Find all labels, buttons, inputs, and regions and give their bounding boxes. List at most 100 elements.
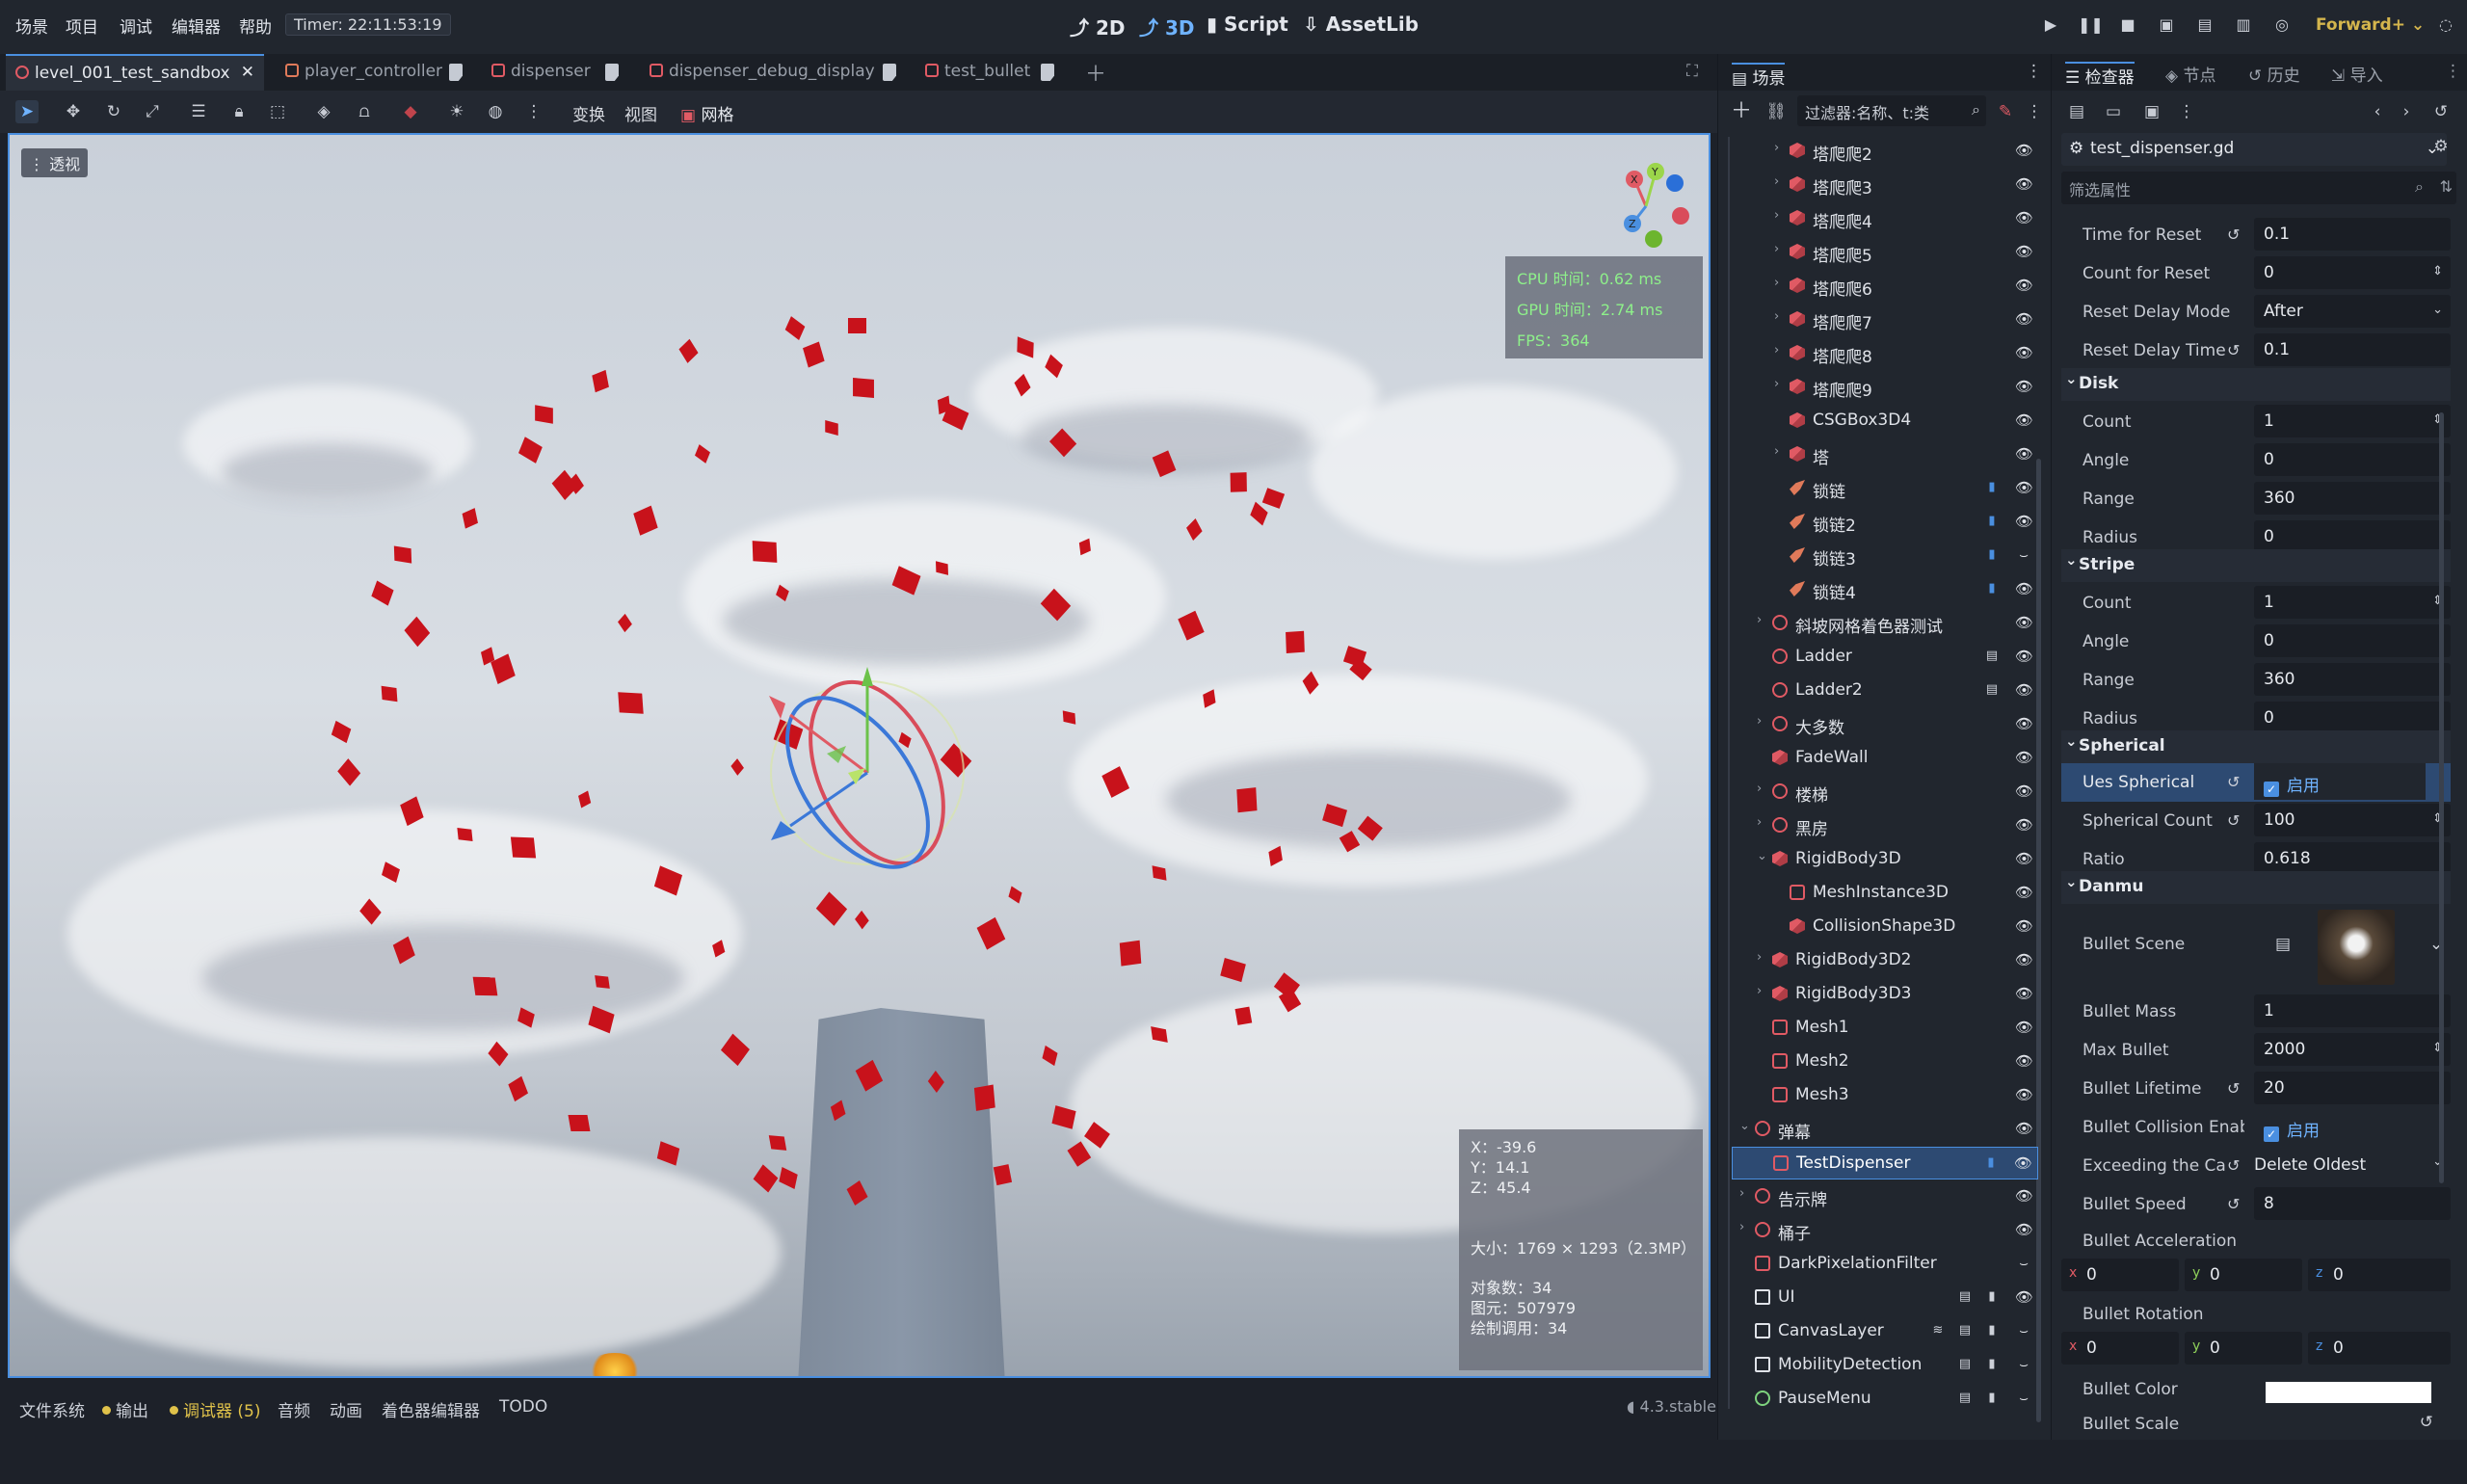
reset-delay-mode-select[interactable]: After ⌄	[2254, 295, 2451, 328]
collapse-arrow-icon[interactable]: ›	[1739, 1186, 1744, 1201]
pause-icon[interactable]: ❚❚	[2078, 15, 2104, 37]
link-icon[interactable]: ⛓	[1764, 100, 1788, 123]
script-icon[interactable]	[605, 64, 619, 81]
revert-icon[interactable]: ↺	[2227, 773, 2240, 791]
menu-scene[interactable]: 场景	[15, 13, 48, 38]
play-icon[interactable]: ▶	[2039, 15, 2062, 37]
eye-closed-icon[interactable]: ⌣	[2015, 1255, 2032, 1272]
script-icon[interactable]: ▮	[1984, 1323, 2000, 1338]
stripe-angle-field[interactable]: 0	[2254, 624, 2451, 657]
bullet-collision-checkbox[interactable]: ✓ 启用	[2254, 1108, 2426, 1145]
eye-closed-icon[interactable]: ⌣	[2015, 1390, 2032, 1407]
scene-node-row[interactable]: › 塔爬爬4 👁︎	[1732, 202, 2038, 235]
scene-node-row[interactable]: ⌄ 弹幕 👁︎	[1732, 1113, 2038, 1146]
tab-output[interactable]: 输出	[102, 1397, 148, 1421]
scene-node-row[interactable]: › 塔爬爬5 👁︎	[1732, 236, 2038, 269]
script-extend-icon[interactable]: ⚙	[2429, 135, 2453, 158]
scene-node-row[interactable]: › 塔爬爬8 👁︎	[1732, 337, 2038, 370]
disk-angle-field[interactable]: 0	[2254, 443, 2451, 476]
eye-icon[interactable]: 👁︎	[2015, 951, 2033, 968]
eye-icon[interactable]: 👁︎	[2015, 445, 2033, 463]
scale-tool-icon[interactable]: ⤢	[141, 100, 164, 123]
scene-node-row[interactable]: › 塔爬爬7 👁︎	[1732, 304, 2038, 336]
tab-dispenser-debug-display[interactable]: dispenser_debug_display	[640, 54, 887, 91]
more-icon[interactable]: ⋮	[2445, 62, 2461, 81]
eye-icon[interactable]: 👁︎	[2015, 715, 2033, 732]
eye-icon[interactable]: 👁︎	[2015, 479, 2033, 496]
scene-node-row[interactable]: › 塔爬爬2 👁︎	[1732, 135, 2038, 168]
max-bullet-field[interactable]: 2000 ⇕	[2254, 1033, 2451, 1066]
play-scene-icon[interactable]: ▤	[2193, 15, 2216, 37]
scene-filter-input[interactable]: 过滤器:名称、t:类 ⌕	[1797, 95, 1986, 126]
stop-icon[interactable]: ■	[2116, 15, 2139, 37]
scene-instance-icon[interactable]: ▤	[1984, 682, 2000, 698]
inspector-scrollbar[interactable]	[2439, 412, 2444, 1183]
bullet-speed-field[interactable]: 8	[2254, 1187, 2451, 1220]
eye-closed-icon[interactable]: ⌣	[2015, 1322, 2032, 1339]
scene-instance-icon[interactable]: ▤	[1957, 1391, 1973, 1406]
stripe-radius-field[interactable]: 0	[2254, 702, 2451, 734]
tab-debugger[interactable]: 调试器 (5)	[170, 1397, 260, 1421]
eye-icon[interactable]: 👁︎	[2015, 1288, 2033, 1306]
scene-node-row[interactable]: MobilityDetection ▮ ▤ ⌣	[1732, 1349, 2038, 1382]
eye-icon[interactable]: 👁︎	[2015, 884, 2033, 901]
list-select-icon[interactable]: ☰	[187, 100, 210, 123]
scene-node-row[interactable]: Ladder ▤ 👁︎	[1732, 641, 2038, 674]
disk-range-field[interactable]: 360	[2254, 482, 2451, 515]
environment-icon[interactable]: ◍	[484, 100, 507, 123]
view-menu[interactable]: 视图	[624, 101, 657, 125]
scene-node-row[interactable]: CollisionShape3D 👁︎	[1732, 911, 2038, 943]
script-icon[interactable]: ▮	[1984, 1289, 2000, 1305]
scene-instance-icon[interactable]: ▤	[1957, 1357, 1973, 1372]
collapse-arrow-icon[interactable]: ›	[1774, 174, 1779, 189]
scene-node-row[interactable]: Mesh1 👁︎	[1732, 1012, 2038, 1045]
select-tool-icon[interactable]: ➤	[15, 100, 39, 123]
ratio-field[interactable]: 0.618	[2254, 842, 2451, 875]
spherical-count-field[interactable]: 100 ⇕	[2254, 804, 2451, 836]
scene-node-row[interactable]: › RigidBody3D3 👁︎	[1732, 978, 2038, 1011]
3d-viewport[interactable]: X Y Z ⋮ 透视 CPU 时间：0.62 ms GPU 时间：2.74 ms…	[8, 133, 1711, 1378]
scene-node-row[interactable]: DarkPixelationFilter ⌣	[1732, 1248, 2038, 1281]
eye-icon[interactable]: 👁︎	[2015, 782, 2033, 800]
perspective-menu[interactable]: ⋮ 透视	[21, 148, 89, 177]
collapse-arrow-icon[interactable]: ›	[1774, 141, 1779, 155]
collapse-arrow-icon[interactable]: ›	[1774, 309, 1779, 324]
menu-debug[interactable]: 调试	[119, 13, 152, 38]
scene-node-row[interactable]: › RigidBody3D2 👁︎	[1732, 944, 2038, 977]
bullet-lifetime-field[interactable]: 20	[2254, 1072, 2451, 1104]
save-icon[interactable]: ▣	[2140, 100, 2163, 123]
collapse-arrow-icon[interactable]: ›	[1739, 1220, 1744, 1234]
eye-icon[interactable]: 👁︎	[2015, 1052, 2033, 1070]
script-icon[interactable]: ▮	[1984, 1357, 2000, 1372]
stripe-range-field[interactable]: 360	[2254, 663, 2451, 696]
snap-icon[interactable]: ⩍	[353, 100, 376, 123]
filter-settings-icon[interactable]: ⇅	[2440, 177, 2453, 196]
disk-radius-field[interactable]: 0	[2254, 520, 2451, 553]
scene-node-row[interactable]: CanvasLayer ▮ ▤ ≋ ⌣	[1732, 1315, 2038, 1348]
eye-icon[interactable]: 👁︎	[2015, 580, 2033, 597]
scene-instance-icon[interactable]: ▤	[1957, 1289, 1973, 1305]
renderer-selector[interactable]: Forward+ ⌄	[2316, 15, 2425, 35]
add-tab-icon[interactable]: ＋	[1075, 54, 1118, 91]
scene-node-row[interactable]: Mesh3 👁︎	[1732, 1079, 2038, 1112]
exceeding-select[interactable]: Delete Oldest ⌄	[2244, 1147, 2451, 1183]
disk-count-field[interactable]: 1 ⇕	[2254, 405, 2451, 437]
time-for-reset-field[interactable]: 0.1	[2254, 218, 2451, 251]
mode-script-button[interactable]: ▮ Script	[1207, 13, 1288, 36]
script-icon[interactable]	[883, 64, 896, 81]
eye-icon[interactable]: 👁︎	[2015, 277, 2033, 294]
close-icon[interactable]: ✕	[241, 63, 254, 82]
menu-editor[interactable]: 编辑器	[172, 13, 221, 38]
scene-node-row[interactable]: UI ▮ ▤ 👁︎	[1732, 1282, 2038, 1314]
tab-player-controller[interactable]: player_controller	[276, 54, 454, 91]
collapse-arrow-icon[interactable]: ›	[1757, 782, 1762, 796]
eye-icon[interactable]: 👁︎	[2015, 513, 2033, 530]
menu-project[interactable]: 项目	[66, 13, 98, 38]
rotation-y-field[interactable]: y0	[2185, 1332, 2302, 1365]
script-icon[interactable]	[449, 64, 463, 81]
scene-instance-icon[interactable]: ▤	[1957, 1323, 1973, 1338]
collapse-arrow-icon[interactable]: ›	[1774, 276, 1779, 290]
tab-level-001[interactable]: level_001_test_sandbox ✕	[6, 54, 264, 91]
bullet-color-swatch[interactable]	[2266, 1382, 2431, 1403]
play-custom-icon[interactable]: ▥	[2232, 15, 2255, 37]
